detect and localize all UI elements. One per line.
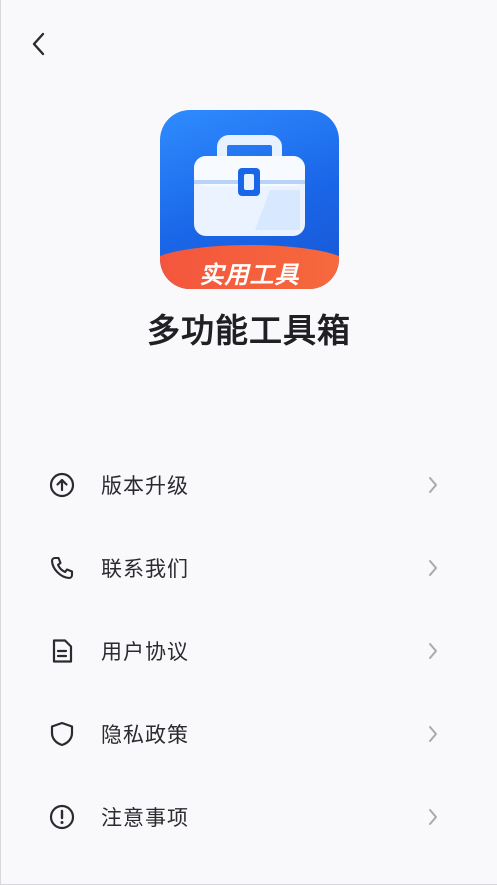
chevron-right-icon (425, 724, 441, 744)
menu-item-label: 联系我们 (101, 556, 189, 581)
arrow-up-circle-icon (48, 471, 76, 499)
phone-icon (48, 554, 76, 582)
menu-item-label: 隐私政策 (101, 722, 189, 747)
menu-item-version-upgrade[interactable]: 版本升级 (1, 443, 497, 526)
app-icon-badge: 实用工具 (160, 245, 339, 289)
back-button[interactable] (23, 28, 55, 60)
shield-icon (48, 720, 76, 748)
menu-item-notes[interactable]: 注意事项 (1, 775, 497, 858)
menu-item-privacy-policy[interactable]: 隐私政策 (1, 692, 497, 775)
app-icon-badge-text: 实用工具 (199, 261, 300, 289)
menu-item-label: 版本升级 (101, 473, 189, 498)
about-screen: 实用工具 多功能工具箱 版本升级 联系我们 用户协议 隐私政策 注意事项 (0, 0, 497, 885)
menu-item-label: 注意事项 (101, 805, 189, 830)
chevron-left-icon (32, 32, 45, 56)
app-title: 多功能工具箱 (147, 311, 351, 350)
settings-menu: 版本升级 联系我们 用户协议 隐私政策 注意事项 (1, 443, 497, 858)
document-icon (48, 637, 76, 665)
app-logo: 实用工具 (160, 110, 339, 289)
menu-item-label: 用户协议 (101, 639, 189, 664)
chevron-right-icon (425, 558, 441, 578)
alert-circle-icon (48, 803, 76, 831)
menu-item-user-agreement[interactable]: 用户协议 (1, 609, 497, 692)
menu-item-contact-us[interactable]: 联系我们 (1, 526, 497, 609)
chevron-right-icon (425, 641, 441, 661)
chevron-right-icon (425, 475, 441, 495)
chevron-right-icon (425, 807, 441, 827)
